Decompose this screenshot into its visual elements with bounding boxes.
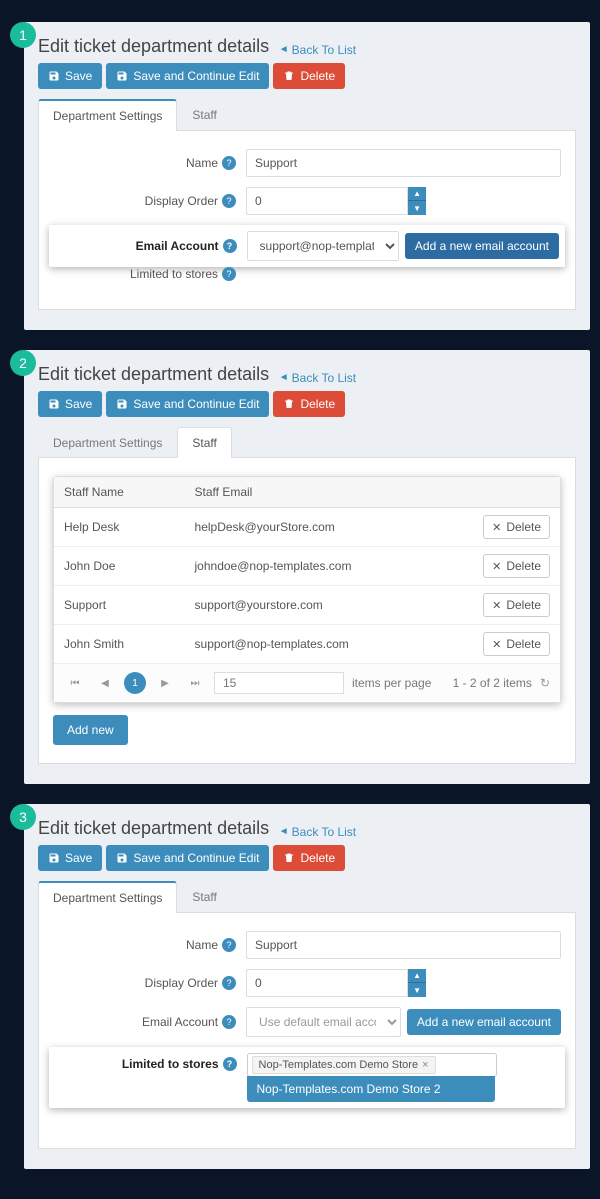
help-icon[interactable]: ?	[222, 938, 236, 952]
spin-down[interactable]: ▼	[408, 201, 426, 215]
back-to-list-link[interactable]: ◄ Back To List	[279, 43, 356, 57]
spin-down[interactable]: ▼	[408, 983, 426, 997]
page-first[interactable]: ⏮	[64, 672, 86, 694]
email-account-select[interactable]: support@nop-templates.com	[247, 231, 399, 261]
delete-button[interactable]: Delete	[273, 391, 345, 417]
store-dropdown-option[interactable]: Nop-Templates.com Demo Store 2	[247, 1076, 495, 1102]
label-display-order: Display Order	[145, 194, 218, 208]
save-continue-button[interactable]: Save and Continue Edit	[106, 845, 269, 871]
page-last[interactable]: ⏭	[184, 672, 206, 694]
store-token: Nop-Templates.com Demo Store ×	[252, 1056, 436, 1074]
chevron-left-icon: ◄	[279, 372, 289, 383]
chevron-left-icon: ◄	[279, 44, 289, 55]
per-page-select[interactable]: 15	[214, 672, 344, 694]
col-staff-email: Staff Email	[185, 477, 474, 508]
add-new-button[interactable]: Add new	[53, 715, 128, 745]
per-page-label: items per page	[352, 676, 431, 690]
pager-summary: 1 - 2 of 2 items	[453, 676, 532, 690]
trash-icon	[283, 70, 295, 82]
tab-staff[interactable]: Staff	[177, 427, 231, 458]
help-icon[interactable]: ?	[222, 1015, 236, 1029]
help-icon[interactable]: ?	[222, 976, 236, 990]
save-button[interactable]: Save	[38, 391, 102, 417]
row-delete-button[interactable]: ✕Delete	[483, 515, 550, 539]
chevron-left-icon: ◄	[279, 826, 289, 837]
display-order-input[interactable]	[246, 969, 408, 997]
save-icon	[116, 70, 128, 82]
label-email-account: Email Account	[142, 1015, 218, 1029]
label-name: Name	[186, 938, 218, 952]
close-icon: ✕	[492, 638, 501, 651]
spin-up[interactable]: ▲	[408, 187, 426, 201]
step-badge-2: 2	[10, 350, 36, 376]
tab-department-settings[interactable]: Department Settings	[38, 881, 177, 913]
label-limited-stores: Limited to stores	[130, 267, 218, 281]
name-input[interactable]	[246, 931, 561, 959]
help-icon[interactable]: ?	[222, 267, 236, 281]
close-icon: ✕	[492, 599, 501, 612]
back-to-list-link[interactable]: ◄Back To List	[279, 825, 356, 839]
trash-icon	[283, 398, 295, 410]
table-row: John Smithsupport@nop-templates.com✕Dele…	[54, 625, 560, 664]
tab-staff[interactable]: Staff	[177, 881, 231, 913]
close-icon: ✕	[492, 521, 501, 534]
save-button[interactable]: Save	[38, 845, 102, 871]
save-icon	[116, 852, 128, 864]
tab-department-settings[interactable]: Department Settings	[38, 99, 177, 131]
help-icon[interactable]: ?	[223, 239, 237, 253]
row-delete-button[interactable]: ✕Delete	[483, 632, 550, 656]
table-row: John Doejohndoe@nop-templates.com✕Delete	[54, 547, 560, 586]
label-display-order: Display Order	[145, 976, 218, 990]
back-to-list-link[interactable]: ◄Back To List	[279, 371, 356, 385]
save-continue-button[interactable]: Save and Continue Edit	[106, 63, 269, 89]
save-icon	[48, 852, 60, 864]
step-badge-1: 1	[10, 22, 36, 48]
page-title: Edit ticket department details	[38, 36, 269, 56]
help-icon[interactable]: ?	[223, 1057, 237, 1071]
label-email-account: Email Account	[136, 239, 219, 253]
staff-table: Staff Name Staff Email Help DeskhelpDesk…	[54, 477, 560, 663]
save-button[interactable]: Save	[38, 63, 102, 89]
row-delete-button[interactable]: ✕Delete	[483, 554, 550, 578]
delete-button[interactable]: Delete	[273, 63, 345, 89]
trash-icon	[283, 852, 295, 864]
label-limited-stores: Limited to stores	[122, 1057, 219, 1071]
token-remove-icon[interactable]: ×	[422, 1059, 428, 1071]
page-title: Edit ticket department details	[38, 818, 269, 838]
display-order-input[interactable]	[246, 187, 408, 215]
close-icon: ✕	[492, 560, 501, 573]
tab-staff[interactable]: Staff	[177, 99, 231, 131]
col-staff-name: Staff Name	[54, 477, 185, 508]
save-icon	[48, 398, 60, 410]
help-icon[interactable]: ?	[222, 156, 236, 170]
label-name: Name	[186, 156, 218, 170]
page-next[interactable]: ▶	[154, 672, 176, 694]
email-account-select[interactable]: Use default email account ( from plugin …	[246, 1007, 401, 1037]
name-input[interactable]	[246, 149, 561, 177]
add-email-account-button[interactable]: Add a new email account	[405, 233, 559, 259]
save-icon	[116, 398, 128, 410]
row-delete-button[interactable]: ✕Delete	[483, 593, 550, 617]
page-title: Edit ticket department details	[38, 364, 269, 384]
table-row: Help DeskhelpDesk@yourStore.com✕Delete	[54, 508, 560, 547]
stores-multiselect[interactable]: Nop-Templates.com Demo Store ×	[247, 1053, 497, 1077]
help-icon[interactable]: ?	[222, 194, 236, 208]
tab-department-settings[interactable]: Department Settings	[38, 427, 177, 458]
add-email-account-button[interactable]: Add a new email account	[407, 1009, 561, 1035]
save-continue-button[interactable]: Save and Continue Edit	[106, 391, 269, 417]
save-icon	[48, 70, 60, 82]
page-prev[interactable]: ◀	[94, 672, 116, 694]
delete-button[interactable]: Delete	[273, 845, 345, 871]
table-row: Supportsupport@yourstore.com✕Delete	[54, 586, 560, 625]
step-badge-3: 3	[10, 804, 36, 830]
spin-up[interactable]: ▲	[408, 969, 426, 983]
page-number[interactable]: 1	[124, 672, 146, 694]
refresh-icon[interactable]: ↻	[540, 676, 550, 690]
